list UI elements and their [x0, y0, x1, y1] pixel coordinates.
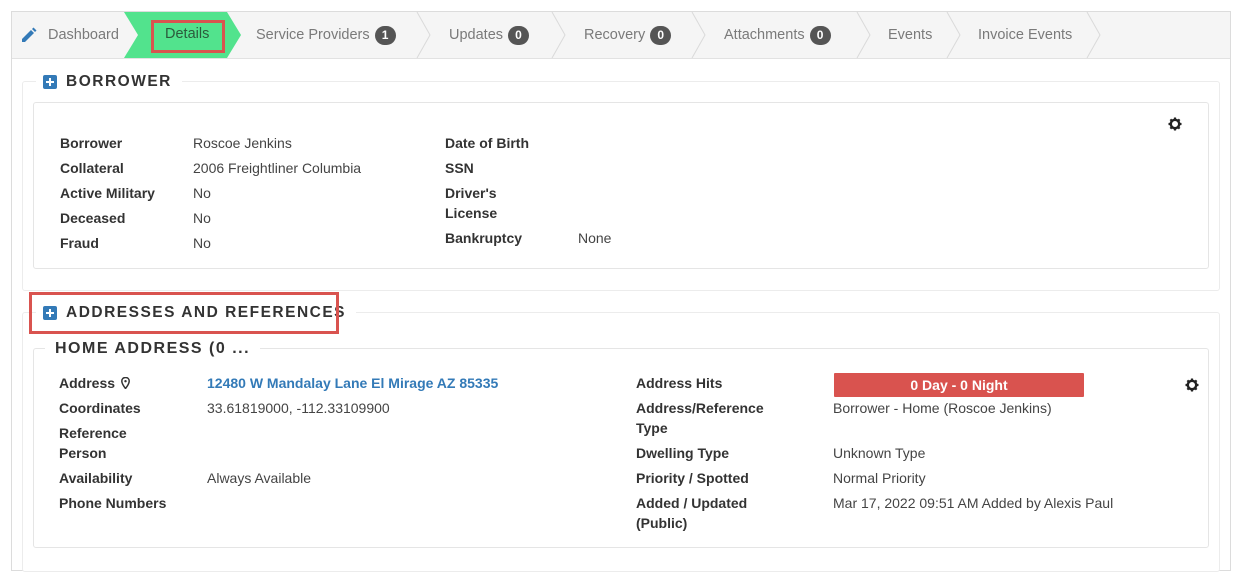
gear-icon[interactable]	[1185, 378, 1199, 392]
tab-invoice-events[interactable]: Invoice Events	[978, 12, 1072, 58]
dwelling-type-label: Dwelling Type	[636, 445, 730, 461]
active-military-label: Active Military	[60, 185, 155, 201]
added-updated-label: Added / Updated (Public)	[636, 495, 748, 531]
date-of-birth-label: Date of Birth	[445, 135, 529, 151]
tab-attachments-label: Attachments	[724, 27, 805, 43]
address-hits-label: Address Hits	[636, 375, 723, 391]
tab-recovery-label: Recovery	[584, 27, 646, 43]
tab-bar: Dashboard Details Service Providers 1 Up…	[12, 12, 1230, 59]
reference-person-label: Reference Person	[59, 425, 127, 461]
addresses-highlight	[29, 292, 339, 334]
fraud-value: No	[193, 235, 211, 251]
tab-recovery[interactable]: Recovery 0	[584, 12, 672, 58]
borrower-title: BORROWER	[66, 73, 172, 90]
service-providers-badge: 1	[374, 25, 396, 45]
attachments-badge: 0	[809, 25, 831, 45]
tab-dashboard[interactable]: Dashboard	[20, 12, 119, 58]
drivers-license-label: Driver's License	[445, 185, 498, 221]
recovery-badge: 0	[650, 25, 672, 45]
tab-updates-label: Updates	[449, 27, 504, 43]
case-frame: Dashboard Details Service Providers 1 Up…	[11, 11, 1231, 572]
borrower-panel: Borrower Roscoe Jenkins Collateral 2006 …	[33, 102, 1209, 269]
expand-plus-icon[interactable]	[43, 75, 57, 89]
gear-icon[interactable]	[1168, 117, 1182, 131]
updates-badge: 0	[508, 25, 530, 45]
active-military-value: No	[193, 185, 211, 201]
address-label: Address	[59, 373, 130, 393]
address-hits-badge: 0 Day - 0 Night	[834, 373, 1084, 397]
borrower-value: Roscoe Jenkins	[193, 135, 292, 151]
tab-details-arrow-right	[227, 12, 241, 58]
address-link[interactable]: 12480 W Mandalay Lane El Mirage AZ 85335	[207, 373, 498, 393]
priority-spotted-label: Priority / Spotted	[636, 470, 749, 486]
ssn-label: SSN	[445, 160, 474, 176]
tab-updates[interactable]: Updates 0	[449, 12, 530, 58]
tab-service-providers-label: Service Providers	[256, 27, 370, 43]
availability-label: Availability	[59, 470, 133, 486]
address-reference-type-value: Borrower - Home (Roscoe Jenkins)	[833, 400, 1052, 416]
tab-invoice-events-label: Invoice Events	[978, 27, 1073, 43]
map-marker-icon	[120, 376, 130, 390]
phone-numbers-label: Phone Numbers	[59, 495, 167, 511]
tab-dashboard-label: Dashboard	[48, 27, 119, 43]
deceased-value: No	[193, 210, 211, 226]
coordinates-value: 33.61819000, -112.33109900	[207, 400, 390, 416]
dwelling-type-value: Unknown Type	[833, 445, 926, 461]
home-address-title: HOME ADDRESS (0 ...	[55, 340, 251, 357]
collateral-label: Collateral	[60, 160, 124, 176]
tab-service-providers[interactable]: Service Providers 1	[256, 12, 396, 58]
fraud-label: Fraud	[60, 235, 99, 251]
tab-details-arrow-left	[124, 12, 138, 58]
coordinates-label: Coordinates	[59, 400, 141, 416]
address-label-text: Address	[59, 375, 116, 391]
tab-details[interactable]: Details	[124, 12, 241, 58]
bankruptcy-label: Bankruptcy	[445, 230, 523, 246]
details-highlight	[151, 20, 225, 53]
pencil-icon	[22, 27, 37, 42]
tab-events[interactable]: Events	[888, 12, 932, 58]
borrower-label: Borrower	[60, 135, 123, 151]
priority-spotted-value: Normal Priority	[833, 470, 926, 486]
tab-events-label: Events	[888, 27, 933, 43]
home-address-header[interactable]: HOME ADDRESS (0 ...	[45, 338, 261, 360]
address-reference-type-label: Address/Reference Type	[636, 400, 764, 436]
borrower-header[interactable]: BORROWER	[36, 71, 182, 93]
availability-value: Always Available	[207, 470, 312, 486]
deceased-label: Deceased	[60, 210, 126, 226]
collateral-value: 2006 Freightliner Columbia	[193, 160, 362, 176]
added-updated-value: Mar 17, 2022 09:51 AM Added by Alexis Pa…	[833, 495, 1114, 511]
bankruptcy-value: None	[578, 230, 612, 246]
tab-attachments[interactable]: Attachments 0	[724, 12, 831, 58]
